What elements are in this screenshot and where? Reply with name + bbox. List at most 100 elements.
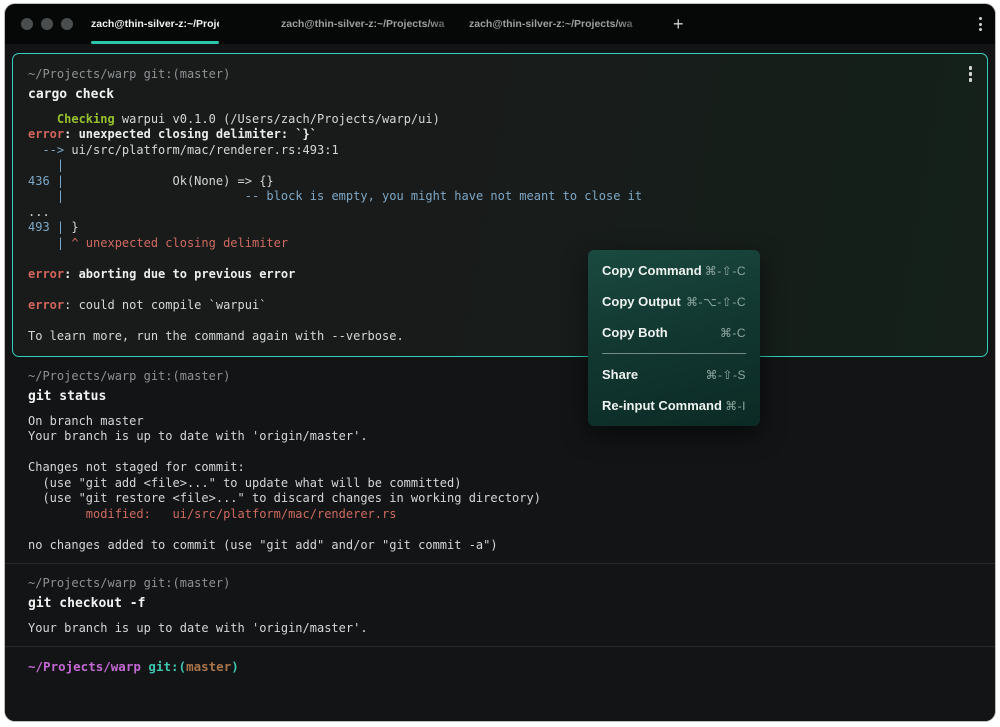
- terminal-text-segment: 436 |: [28, 174, 64, 188]
- block-context-menu: Copy Command⌘-⇧-CCopy Output⌘-⌥-⇧-CCopy …: [588, 250, 760, 426]
- block-git-checkout[interactable]: ~/Projects/warp git:(master)git checkout…: [5, 564, 995, 646]
- terminal-output-line: | ^ unexpected closing delimiter: [28, 236, 972, 252]
- block-git-status[interactable]: ~/Projects/warp git:(master) git status On…: [5, 357, 995, 563]
- terminal-output-line: (use "git restore <file>..." to discard …: [28, 491, 972, 507]
- terminal-text-segment: : could not compile `warpui`: [64, 298, 266, 312]
- minimize-window-button[interactable]: [41, 18, 53, 30]
- tab-title: zach@thin-silver-z:~/Projects/wa: [469, 18, 657, 30]
- block-prompt-context: ~/Projects/warp git:(master): [28, 369, 972, 385]
- terminal-text-segment: }: [64, 220, 78, 234]
- terminal-text-segment: warpui v0.1.0 (/Users/zach/Projects/warp…: [115, 112, 440, 126]
- menu-item-copy-command[interactable]: Copy Command⌘-⇧-C: [588, 255, 760, 286]
- menu-item-label: Share: [602, 367, 638, 382]
- terminal-output-line: error: aborting due to previous error: [28, 267, 972, 283]
- terminal-output-line: ...: [28, 205, 972, 221]
- terminal-output-line: | -- block is empty, you might have not …: [28, 189, 972, 205]
- shell-prompt: ~/Projects/warp git:(master): [28, 659, 972, 675]
- terminal-text-segment: ...: [28, 205, 50, 219]
- terminal-output-line: error: unexpected closing delimiter: `}`: [28, 127, 972, 143]
- terminal-output-line: Checking warpui v0.1.0 (/Users/zach/Proj…: [28, 112, 972, 128]
- menu-item-shortcut: ⌘-⌥-⇧-C: [686, 295, 746, 309]
- terminal-output-line: [28, 251, 972, 267]
- tab-title: zach@thin-silver-z:~/Projects/w: [91, 18, 219, 30]
- terminal-text-segment: (use "git restore <file>..." to discard …: [28, 491, 541, 505]
- terminal-text-segment: error: [28, 267, 64, 281]
- menu-item-shortcut: ⌘-I: [725, 399, 746, 413]
- block-prompt-context: ~/Projects/warp git:(master): [28, 67, 972, 83]
- block-command: cargo check: [28, 85, 972, 105]
- block-output: On branch masterYour branch is up to dat…: [28, 414, 972, 554]
- terminal-content: ~/Projects/warp git:(master)cargo check …: [5, 44, 995, 721]
- zoom-window-button[interactable]: [61, 18, 73, 30]
- menu-item-copy-both[interactable]: Copy Both ⌘-C: [588, 317, 760, 348]
- menu-item-label: Copy Both: [602, 325, 668, 340]
- tab-bar: zach@thin-silver-z:~/Projects/w zach@thin…: [5, 4, 995, 44]
- menu-item-shortcut: ⌘-⇧-S: [705, 368, 746, 382]
- menu-divider: [602, 353, 746, 354]
- terminal-text-segment: Checking: [57, 112, 115, 126]
- menu-item-share[interactable]: Share ⌘-⇧-S: [588, 359, 760, 390]
- block-current-prompt[interactable]: ~/Projects/warp git:(master): [5, 647, 995, 721]
- terminal-text-segment: master: [186, 659, 231, 674]
- terminal-text-segment: [28, 507, 86, 521]
- terminal-output-line: no changes added to commit (use "git add…: [28, 538, 972, 554]
- window-menu-icon[interactable]: [979, 17, 982, 31]
- terminal-text-segment: (use "git add <file>..." to update what …: [28, 476, 461, 490]
- terminal-output-line: error: could not compile `warpui`: [28, 298, 972, 314]
- terminal-output-line: Your branch is up to date with 'origin/m…: [28, 621, 972, 637]
- terminal-text-segment: -- block is empty, you might have not me…: [245, 189, 642, 203]
- terminal-output-line: [28, 445, 972, 461]
- terminal-output-line: [28, 313, 972, 329]
- menu-item-shortcut: ⌘-C: [720, 326, 746, 340]
- menu-item-re-input-command[interactable]: Re-input Command⌘-I: [588, 390, 760, 421]
- block-command: git checkout -f: [28, 594, 972, 614]
- terminal-text-segment: |: [28, 158, 64, 172]
- close-window-button[interactable]: [21, 18, 33, 30]
- block-command: git status: [28, 387, 972, 407]
- terminal-text-segment: git:(: [148, 659, 186, 674]
- terminal-text-segment: error: [28, 298, 64, 312]
- terminal-output-line: [28, 282, 972, 298]
- terminal-output-line: On branch master: [28, 414, 972, 430]
- menu-item-shortcut: ⌘-⇧-C: [705, 264, 746, 278]
- tab-title: zach@thin-silver-z:~/Projects/wa: [281, 18, 469, 30]
- menu-item-label: Re-input Command: [602, 398, 722, 413]
- terminal-text-segment: To learn more, run the command again wit…: [28, 329, 404, 343]
- terminal-text-segment: Changes not staged for commit:: [28, 460, 245, 474]
- terminal-text-segment: [28, 112, 57, 126]
- terminal-text-segment: -->: [28, 143, 71, 157]
- terminal-output-line: |: [28, 158, 972, 174]
- terminal-text-segment: Your branch is up to date with 'origin/m…: [28, 429, 368, 443]
- terminal-output-line: To learn more, run the command again wit…: [28, 329, 972, 345]
- block-cargo-check[interactable]: ~/Projects/warp git:(master)cargo check …: [12, 53, 988, 357]
- terminal-text-segment: Ok(None) => {}: [64, 174, 274, 188]
- terminal-text-segment: modified: ui/src/platform/mac/renderer.r…: [86, 507, 397, 521]
- terminal-output-line: --> ui/src/platform/mac/renderer.rs:493:…: [28, 143, 972, 159]
- tab-3[interactable]: zach@thin-silver-z:~/Projects/wa: [469, 4, 657, 44]
- terminal-text-segment: |: [28, 189, 64, 203]
- tab-1-active[interactable]: zach@thin-silver-z:~/Projects/w: [91, 4, 219, 44]
- block-menu-icon[interactable]: [969, 66, 973, 82]
- terminal-output-line: (use "git add <file>..." to update what …: [28, 476, 972, 492]
- block-output: Your branch is up to date with 'origin/m…: [28, 621, 972, 637]
- terminal-text-segment: Your branch is up to date with 'origin/m…: [28, 621, 368, 635]
- terminal-text-segment: |: [28, 236, 71, 250]
- terminal-text-segment: : unexpected closing delimiter: `}`: [64, 127, 317, 141]
- menu-item-copy-output[interactable]: Copy Output⌘-⌥-⇧-C: [588, 286, 760, 317]
- terminal-text-segment: 493 |: [28, 220, 64, 234]
- tab-strip: zach@thin-silver-z:~/Projects/w zach@thin…: [91, 4, 657, 44]
- terminal-text-segment: ui/src/platform/mac/renderer.rs:493:1: [71, 143, 338, 157]
- terminal-output-line: [28, 522, 972, 538]
- terminal-output-line: Changes not staged for commit:: [28, 460, 972, 476]
- tab-2[interactable]: zach@thin-silver-z:~/Projects/wa: [281, 4, 469, 44]
- terminal-output-line: modified: ui/src/platform/mac/renderer.r…: [28, 507, 972, 523]
- terminal-text-segment: On branch master: [28, 414, 144, 428]
- terminal-text-segment: : aborting due to previous error: [64, 267, 295, 281]
- terminal-text-segment: [64, 189, 245, 203]
- terminal-text-segment: ~/Projects/warp: [28, 659, 141, 674]
- new-tab-button[interactable]: +: [667, 15, 690, 33]
- terminal-text-segment: ): [231, 659, 239, 674]
- terminal-text-segment: no changes added to commit (use "git add…: [28, 538, 498, 552]
- block-output: Checking warpui v0.1.0 (/Users/zach/Proj…: [28, 112, 972, 345]
- terminal-output-line: 436 | Ok(None) => {}: [28, 174, 972, 190]
